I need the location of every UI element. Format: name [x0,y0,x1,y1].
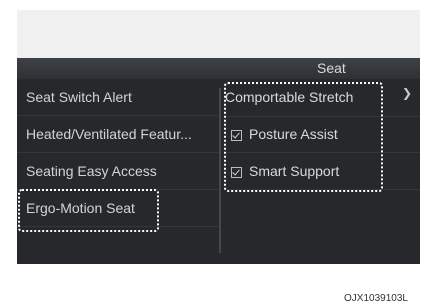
page-title: Seat [317,60,346,76]
header-bar: Seat [17,58,420,79]
figure-code: OJX1039103L [344,293,408,304]
vertical-divider [219,88,221,253]
highlight-ergo-motion-seat [18,189,159,232]
menu-item-seating-easy-access[interactable]: Seating Easy Access [17,153,219,190]
chevron-right-icon[interactable]: ❯ [402,86,412,100]
highlight-seat-options [224,82,383,192]
menu-item-seat-switch-alert[interactable]: Seat Switch Alert [17,79,219,116]
menu-item-heated-ventilated[interactable]: Heated/Ventilated Featur... [17,116,219,153]
left-menu: Seat Switch Alert Heated/Ventilated Feat… [17,79,219,264]
